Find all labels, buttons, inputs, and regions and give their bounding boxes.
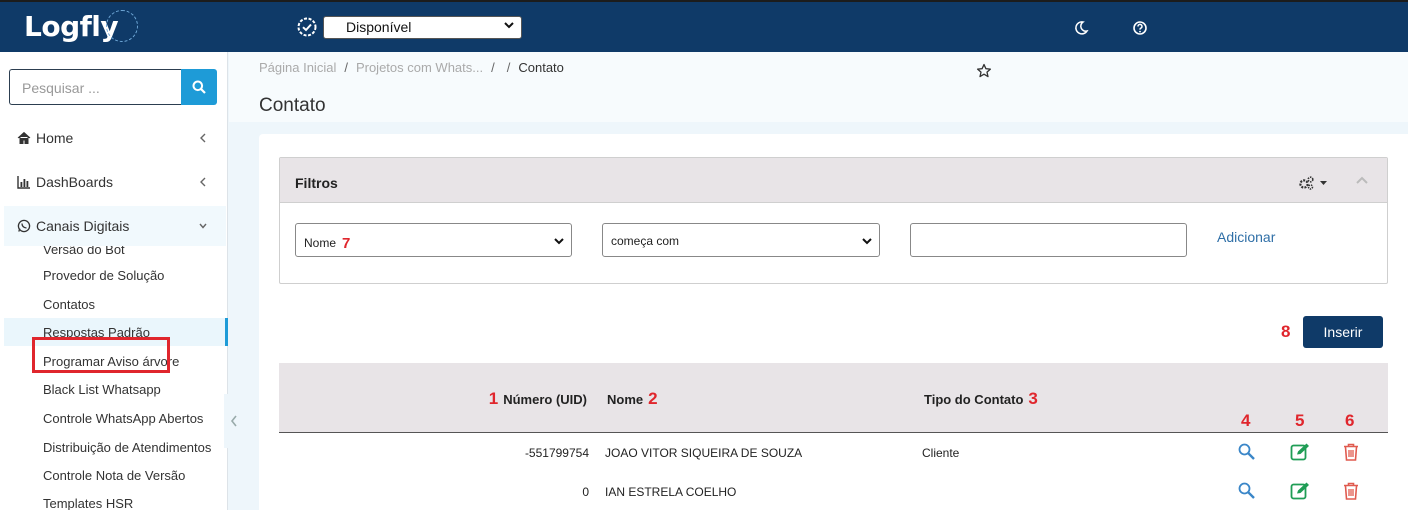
search-button[interactable] bbox=[181, 69, 217, 105]
filter-operator-select[interactable]: começa com bbox=[602, 223, 880, 257]
sidebar-subitem-label: Distribuição de Atendimentos bbox=[43, 440, 212, 455]
sidebar-subitem-nota-versao[interactable]: Controle Nota de Versão bbox=[4, 461, 224, 489]
sidebar-subitem-provedor[interactable]: Provedor de Solução bbox=[4, 261, 224, 289]
page-title: Contato bbox=[259, 95, 326, 116]
star-icon[interactable] bbox=[976, 63, 992, 79]
cell-nome: JOAO VITOR SIQUEIRA DE SOUZA bbox=[605, 446, 803, 460]
chevron-left-icon bbox=[200, 177, 206, 187]
sidebar-item-label: DashBoards bbox=[36, 174, 114, 190]
sidebar-item-dashboards[interactable]: DashBoards bbox=[4, 162, 226, 202]
top-bar: Logfly Disponível bbox=[0, 0, 1408, 52]
search-icon[interactable] bbox=[1237, 481, 1257, 501]
annotation-number: 6 bbox=[1345, 411, 1355, 430]
home-icon bbox=[17, 131, 31, 144]
annotation-number: 4 bbox=[1241, 411, 1251, 430]
sidebar-item-canais-digitais[interactable]: Canais Digitais bbox=[4, 206, 226, 246]
chevron-down-icon bbox=[199, 223, 207, 229]
table-header: 1 Número (UID) Nome 2 Tipo do Contato 3 4 5… bbox=[279, 363, 1388, 433]
breadcrumb-separator: / bbox=[491, 60, 495, 75]
sidebar-subitem-contatos[interactable]: Contatos bbox=[4, 290, 224, 318]
column-header-label: Nome bbox=[607, 392, 644, 407]
filter-operator-value: começa com bbox=[611, 234, 680, 248]
logo[interactable]: Logfly bbox=[24, 10, 119, 43]
content-card: Filtros Nome 7 começa com Adicionar 8 Ins… bbox=[259, 134, 1408, 510]
sidebar-collapse-handle[interactable] bbox=[224, 394, 244, 448]
logo-mark-icon bbox=[106, 10, 138, 42]
add-filter-link[interactable]: Adicionar bbox=[1217, 229, 1275, 245]
trash-icon[interactable] bbox=[1341, 442, 1361, 462]
annotation-number: 5 bbox=[1295, 411, 1305, 430]
chevron-down-icon bbox=[554, 238, 564, 245]
filter-value-input[interactable] bbox=[910, 223, 1187, 257]
sidebar-subitem-distribuicao[interactable]: Distribuição de Atendimentos bbox=[4, 433, 224, 461]
filter-field-value: Nome bbox=[304, 236, 337, 250]
highlight-box bbox=[32, 337, 170, 373]
moon-icon[interactable] bbox=[1073, 20, 1089, 36]
sidebar-subitem-label: Versão do Bot bbox=[43, 246, 125, 257]
status-select-value: Disponível bbox=[346, 19, 412, 35]
page-header: Página Inicial / Projetos com Whats... / / Co… bbox=[229, 52, 1408, 122]
edit-icon[interactable] bbox=[1290, 442, 1312, 462]
annotation-number: 1 bbox=[488, 389, 499, 408]
gears-dropdown-icon[interactable] bbox=[1298, 175, 1330, 191]
annotation-number: 7 bbox=[342, 235, 351, 252]
cell-tipo: Cliente bbox=[922, 446, 960, 460]
column-header-nome[interactable]: Nome 2 bbox=[607, 389, 663, 409]
annotation-number: 3 bbox=[1028, 389, 1038, 408]
filters-header: Filtros bbox=[280, 158, 1387, 203]
table-row: -551799754 JOAO VITOR SIQUEIRA DE SOUZA … bbox=[279, 433, 1388, 472]
annotation-number: 2 bbox=[648, 389, 658, 408]
whatsapp-icon bbox=[17, 219, 31, 233]
breadcrumb-current: Contato bbox=[518, 60, 564, 75]
search-input[interactable]: Pesquisar ... bbox=[9, 69, 181, 105]
gear-badge-icon[interactable] bbox=[296, 16, 318, 38]
sidebar-item-label: Home bbox=[36, 130, 74, 146]
sidebar-subitem-templates-hsr[interactable]: Templates HSR bbox=[4, 489, 224, 510]
breadcrumb-home[interactable]: Página Inicial bbox=[259, 60, 336, 75]
column-header-label: Tipo do Contato bbox=[924, 392, 1024, 407]
column-header-numero[interactable]: 1 Número (UID) bbox=[484, 389, 587, 409]
cell-nome: IAN ESTRELA COELHO bbox=[605, 485, 737, 499]
filters-panel: Filtros Nome 7 começa com Adicionar bbox=[279, 157, 1388, 284]
cell-numero: -551799754 bbox=[524, 446, 589, 460]
filters-title: Filtros bbox=[295, 175, 338, 191]
status-select[interactable]: Disponível bbox=[323, 16, 522, 39]
breadcrumb-separator: / bbox=[344, 60, 348, 75]
bar-chart-icon bbox=[17, 176, 30, 189]
search-icon bbox=[192, 80, 206, 94]
chevron-left-icon bbox=[200, 133, 206, 143]
sidebar-subitem-label: Provedor de Solução bbox=[43, 268, 165, 283]
chevron-down-icon bbox=[862, 238, 872, 245]
breadcrumb-separator: / bbox=[506, 60, 511, 75]
breadcrumb-projects[interactable]: Projetos com Whats... bbox=[356, 60, 483, 75]
edit-icon[interactable] bbox=[1290, 481, 1312, 501]
sidebar-subitem-label: Templates HSR bbox=[43, 496, 134, 510]
sidebar-subitem-label: Contatos bbox=[43, 297, 96, 312]
insert-button[interactable]: Inserir bbox=[1303, 316, 1383, 348]
table-row: 0 IAN ESTRELA COELHO bbox=[279, 472, 1388, 510]
sidebar-subitem-controle-whatsapp[interactable]: Controle WhatsApp Abertos bbox=[4, 404, 224, 432]
trash-icon[interactable] bbox=[1341, 481, 1361, 501]
sidebar-subitem-black-list[interactable]: Black List Whatsapp bbox=[4, 375, 224, 403]
chevron-up-icon[interactable] bbox=[1355, 175, 1369, 185]
column-header-label: Número (UID) bbox=[503, 392, 587, 407]
sidebar-item-home[interactable]: Home bbox=[4, 118, 226, 158]
help-icon[interactable] bbox=[1132, 20, 1148, 36]
sidebar-subitem-label: Black List Whatsapp bbox=[43, 382, 161, 397]
cell-numero: 0 bbox=[582, 485, 589, 499]
breadcrumb: Página Inicial / Projetos com Whats... / / Co… bbox=[259, 60, 564, 75]
chevron-left-icon bbox=[230, 415, 237, 427]
column-header-tipo[interactable]: Tipo do Contato 3 bbox=[924, 389, 1043, 409]
chevron-down-icon bbox=[504, 22, 514, 29]
sidebar-submenu: Versão do Bot Provedor de Solução Contat… bbox=[0, 246, 228, 510]
sidebar-subitem-label: Controle Nota de Versão bbox=[43, 468, 186, 483]
annotation-number: 8 bbox=[1281, 322, 1291, 341]
search-icon[interactable] bbox=[1237, 442, 1257, 462]
sidebar-subitem-label: Controle WhatsApp Abertos bbox=[43, 411, 204, 426]
sidebar: Pesquisar ... Home DashBoards Canais Dig… bbox=[0, 52, 228, 510]
filter-field-select[interactable]: Nome 7 bbox=[295, 223, 572, 257]
sidebar-item-label: Canais Digitais bbox=[36, 218, 130, 234]
